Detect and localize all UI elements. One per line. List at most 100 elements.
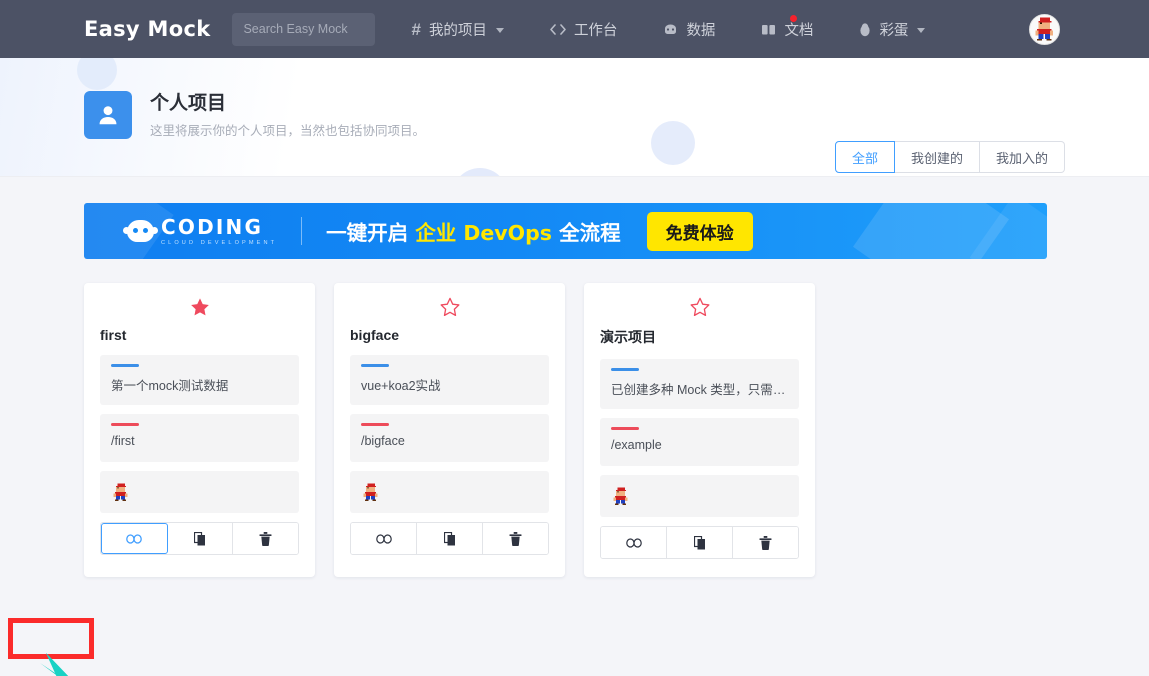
project-card-list: first 第一个mock测试数据 /first bigface vue+koa… bbox=[84, 283, 1065, 577]
delete-project-button[interactable] bbox=[733, 527, 798, 558]
trash-icon bbox=[259, 531, 272, 546]
filter-created-by-me[interactable]: 我创建的 bbox=[894, 141, 980, 173]
project-name: first bbox=[100, 327, 127, 343]
copy-icon bbox=[693, 535, 705, 549]
project-path: /first bbox=[111, 434, 135, 448]
trash-icon bbox=[509, 531, 522, 546]
blue-marker bbox=[361, 364, 389, 367]
nav-item-workbench[interactable]: 工作台 bbox=[550, 19, 618, 40]
clone-project-button[interactable] bbox=[667, 527, 733, 558]
project-description: 已创建多种 Mock 类型，只需点... bbox=[611, 383, 788, 397]
project-actions bbox=[600, 526, 799, 559]
nav-item-docs[interactable]: 文档 bbox=[761, 13, 814, 40]
nav-label: 彩蛋 bbox=[879, 22, 909, 39]
project-members-field bbox=[600, 475, 799, 517]
copy-link-button[interactable] bbox=[101, 523, 168, 554]
project-name: bigface bbox=[350, 327, 400, 343]
link-icon bbox=[126, 533, 143, 544]
member-avatar bbox=[363, 483, 378, 501]
copy-icon bbox=[194, 531, 205, 545]
red-marker bbox=[611, 427, 639, 430]
decor-circle bbox=[651, 121, 695, 165]
project-description-field: 已创建多种 Mock 类型，只需点... bbox=[600, 359, 799, 409]
nav-item-my-projects[interactable]: # 我的项目 bbox=[411, 19, 504, 40]
user-icon bbox=[84, 91, 132, 139]
star-outline-icon[interactable] bbox=[350, 297, 549, 319]
nav-menu: # 我的项目 工作台 数据 文档 彩蛋 bbox=[411, 13, 971, 40]
banner-text-2: 全流程 bbox=[551, 221, 621, 245]
database-icon bbox=[663, 23, 678, 36]
project-actions bbox=[350, 522, 549, 555]
red-marker bbox=[111, 423, 139, 426]
blue-marker bbox=[111, 364, 139, 367]
project-card[interactable]: bigface vue+koa2实战 /bigface bbox=[334, 283, 565, 577]
project-actions bbox=[100, 522, 299, 555]
banner-headline: 一键开启 企业 DevOps 全流程 bbox=[326, 216, 621, 246]
project-card[interactable]: first 第一个mock测试数据 /first bbox=[84, 283, 315, 577]
project-description-field: 第一个mock测试数据 bbox=[100, 355, 299, 405]
blue-marker bbox=[611, 368, 639, 371]
nav-label: 数据 bbox=[686, 22, 716, 39]
search-input[interactable] bbox=[232, 12, 376, 46]
filter-joined-by-me[interactable]: 我加入的 bbox=[979, 141, 1065, 173]
delete-project-button[interactable] bbox=[233, 523, 298, 554]
member-avatar bbox=[613, 487, 628, 505]
nav-label: 文档 bbox=[784, 22, 814, 39]
project-members-field bbox=[100, 471, 299, 513]
decor-circle bbox=[452, 168, 508, 176]
hash-icon: # bbox=[411, 19, 421, 39]
avatar[interactable] bbox=[1029, 13, 1060, 45]
coding-logo: CODING CLOUD DEVELOPMENT bbox=[123, 214, 278, 246]
project-card[interactable]: 演示项目 已创建多种 Mock 类型，只需点... /example bbox=[584, 283, 815, 577]
project-name: 演示项目 bbox=[600, 329, 656, 345]
promo-banner[interactable]: CODING CLOUD DEVELOPMENT 一键开启 企业 DevOps … bbox=[84, 203, 1047, 259]
page-title: 个人项目 bbox=[150, 93, 227, 115]
project-description: vue+koa2实战 bbox=[361, 379, 441, 393]
star-filled-icon[interactable] bbox=[100, 297, 299, 319]
app-brand[interactable]: Easy Mock bbox=[84, 17, 210, 41]
coding-wordmark: CODING bbox=[161, 214, 264, 239]
user-menu[interactable] bbox=[1029, 13, 1071, 45]
banner-cta-button[interactable]: 免费体验 bbox=[646, 211, 753, 251]
red-marker bbox=[361, 423, 389, 426]
nav-item-easter-egg[interactable]: 彩蛋 bbox=[859, 19, 926, 40]
copy-link-button[interactable] bbox=[601, 527, 667, 558]
nav-item-data[interactable]: 数据 bbox=[663, 19, 715, 40]
project-path: /example bbox=[611, 438, 662, 452]
page-subtitle: 这里将展示你的个人项目，当然也包括协同项目。 bbox=[150, 123, 426, 138]
project-description-field: vue+koa2实战 bbox=[350, 355, 549, 405]
coding-tagline: CLOUD DEVELOPMENT bbox=[161, 239, 278, 246]
delete-project-button[interactable] bbox=[483, 523, 548, 554]
main-content: CODING CLOUD DEVELOPMENT 一键开启 企业 DevOps … bbox=[0, 203, 1149, 676]
nav-label: 我的项目 bbox=[428, 22, 487, 39]
filter-all[interactable]: 全部 bbox=[834, 141, 895, 173]
link-icon bbox=[625, 537, 642, 548]
trash-icon bbox=[759, 535, 772, 550]
highlight-box bbox=[8, 618, 94, 659]
project-members-field bbox=[350, 471, 549, 513]
clone-project-button[interactable] bbox=[167, 523, 234, 554]
copy-icon bbox=[443, 531, 455, 545]
egg-icon bbox=[859, 22, 871, 37]
project-description: 第一个mock测试数据 bbox=[111, 379, 229, 393]
project-path-field: /first bbox=[100, 414, 299, 462]
link-icon bbox=[375, 533, 392, 544]
book-icon bbox=[761, 23, 776, 36]
divider bbox=[301, 217, 303, 245]
decor-circle bbox=[77, 58, 117, 90]
chevron-down-icon bbox=[495, 27, 504, 33]
banner-text-highlight: 企业 DevOps bbox=[415, 221, 552, 245]
member-avatar bbox=[113, 483, 128, 501]
project-path-field: /example bbox=[600, 418, 799, 466]
project-header-info: 个人项目 这里将展示你的个人项目，当然也包括协同项目。 bbox=[84, 91, 425, 139]
star-outline-icon[interactable] bbox=[600, 297, 799, 319]
notification-badge bbox=[789, 13, 799, 23]
page-header: 个人项目 这里将展示你的个人项目，当然也包括协同项目。 全部 我创建的 我加入的 bbox=[0, 58, 1149, 177]
clone-project-button[interactable] bbox=[417, 523, 483, 554]
copy-link-button[interactable] bbox=[351, 523, 417, 554]
nav-label: 工作台 bbox=[573, 22, 618, 39]
coding-mascot-icon bbox=[123, 220, 158, 242]
project-path-field: /bigface bbox=[350, 414, 549, 462]
chevron-down-icon bbox=[917, 27, 926, 33]
top-navbar: Easy Mock # 我的项目 工作台 bbox=[0, 0, 1149, 58]
